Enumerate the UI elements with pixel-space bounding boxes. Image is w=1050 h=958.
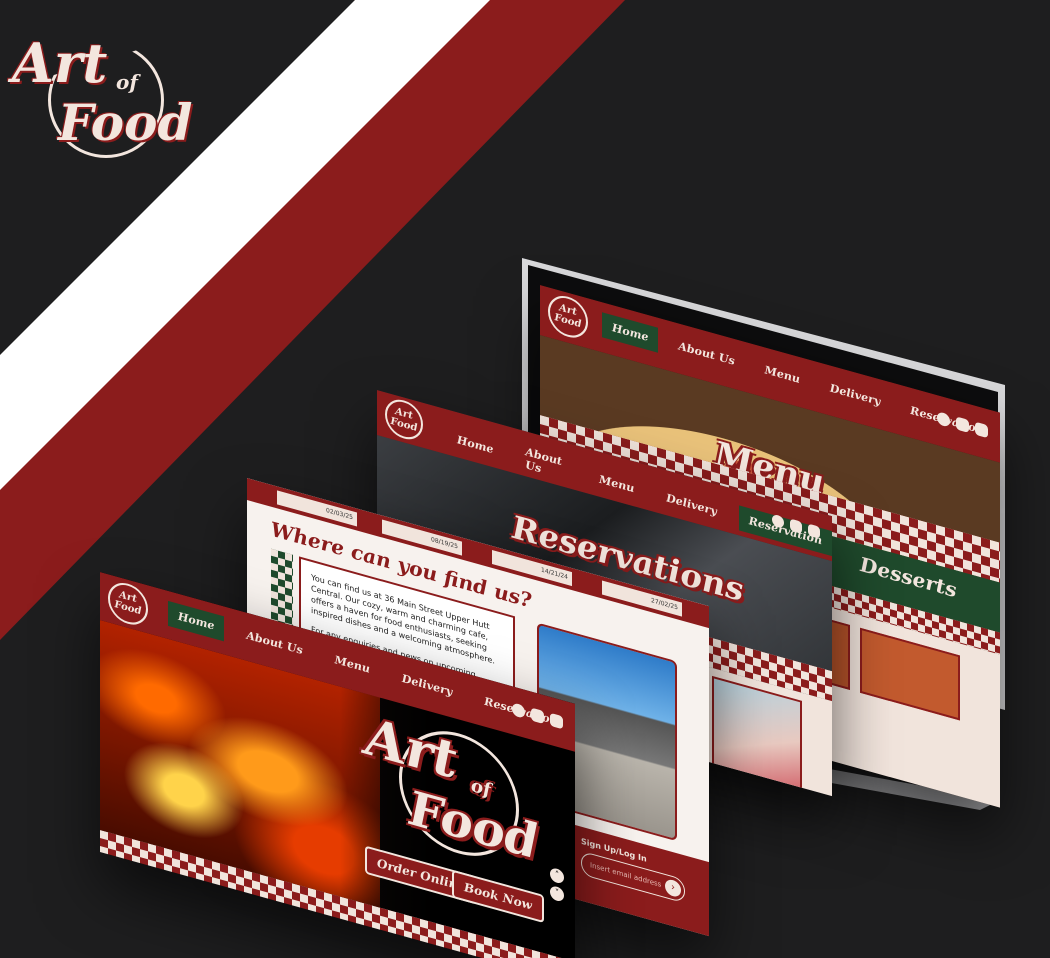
nav-menu[interactable]: Menu	[755, 355, 810, 395]
mini-logo[interactable]: Art Food	[385, 395, 423, 444]
nav-delivery[interactable]: Delivery	[820, 373, 890, 418]
dessert-card[interactable]	[860, 627, 960, 721]
logo-art-text: Art	[12, 31, 108, 95]
showcase-canvas: Art of Food Art Food Home About Us Menu D…	[0, 0, 1050, 958]
nav-home[interactable]: Home	[168, 600, 225, 642]
submit-arrow-icon[interactable]: ›	[665, 877, 681, 899]
mini-logo[interactable]: Art Food	[548, 291, 588, 343]
logo-of-text: of	[116, 70, 138, 94]
mini-logo[interactable]: Art Food	[108, 578, 148, 630]
brand-logo[interactable]: Art of Food	[12, 31, 192, 161]
email-placeholder: Insert email address	[590, 861, 662, 889]
logo-food-text: Food	[58, 93, 193, 152]
nav-delivery[interactable]: Delivery	[392, 663, 462, 708]
nav-menu[interactable]: Menu	[325, 644, 380, 684]
nav-home[interactable]: Home	[602, 312, 659, 353]
